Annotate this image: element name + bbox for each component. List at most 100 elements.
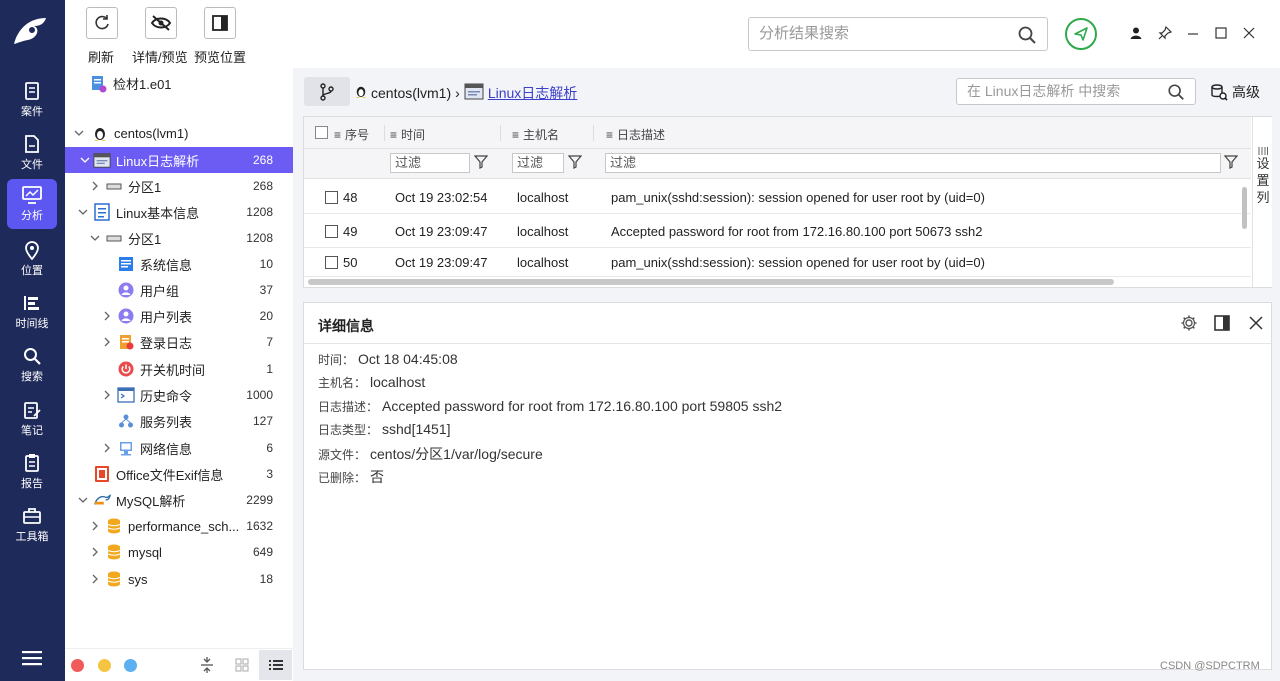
tree-node-partition[interactable]: 分区1 1208 (65, 225, 293, 251)
rail-item-timeline[interactable]: 时间线 (7, 287, 57, 337)
tree-node-user-group[interactable]: 用户组 37 (65, 277, 293, 303)
column-header-desc[interactable]: ≡ 日志描述 (606, 126, 665, 143)
vertical-scrollbar[interactable] (1242, 187, 1247, 229)
tree-node-partition[interactable]: 分区1 268 (65, 173, 293, 199)
tree-node-db-mysql[interactable]: mysql 649 (65, 539, 293, 565)
main-menu-button[interactable] (20, 649, 44, 670)
detail-value: centos/分区1/var/log/secure (370, 446, 543, 462)
tree-node-network-info[interactable]: 网络信息 6 (65, 435, 293, 461)
tree-node-label: 系统信息 (140, 257, 193, 273)
tree-node-mysql[interactable]: MySQL解析 2299 (65, 487, 293, 513)
filter-input-time[interactable]: 过滤 (390, 153, 470, 173)
search-icon[interactable] (1017, 25, 1037, 48)
advanced-search-button[interactable]: 高级 (1210, 82, 1260, 102)
case-title[interactable]: 检材1.e01 (91, 74, 172, 93)
column-divider[interactable] (500, 125, 501, 141)
maximize-icon[interactable] (1212, 24, 1230, 42)
filter-icon[interactable] (473, 155, 489, 172)
chevron-right-icon[interactable] (101, 389, 113, 401)
rail-item-toolbox[interactable]: 工具箱 (7, 500, 57, 550)
table-row[interactable]: 50 Oct 19 23:09:47 localhost pam_unix(ss… (304, 249, 1251, 277)
analysis-search-input[interactable] (759, 25, 1009, 42)
analysis-search-box[interactable] (748, 17, 1048, 51)
row-checkbox[interactable] (325, 190, 338, 204)
breadcrumb-current[interactable]: Linux日志解析 (488, 83, 577, 103)
chevron-down-icon[interactable] (77, 494, 89, 506)
table-row[interactable]: 49 Oct 19 23:09:47 localhost Accepted pa… (304, 215, 1251, 248)
watermark: CSDN @SDPCTRM (1160, 660, 1260, 672)
chevron-down-icon[interactable] (79, 154, 91, 166)
tree-node-db-performance[interactable]: performance_sch... 1632 (65, 513, 293, 539)
column-header-index[interactable]: ≡ 序号 (334, 126, 369, 143)
tree-node-linux-log[interactable]: Linux日志解析 268 (65, 147, 293, 173)
chevron-right-icon[interactable] (89, 520, 101, 532)
share-button[interactable] (1065, 18, 1097, 50)
pin-icon[interactable] (1156, 24, 1174, 42)
tree-node-label: Linux基本信息 (116, 205, 200, 221)
rail-item-case[interactable]: 案件 (7, 75, 57, 125)
breadcrumb-root[interactable]: centos(lvm1) (371, 85, 451, 101)
rail-item-location[interactable]: 位置 (7, 234, 57, 284)
column-header-label: 序号 (345, 128, 370, 142)
column-settings-button[interactable]: 设 置 列 (1252, 117, 1272, 287)
tree-node-linux-basic[interactable]: Linux基本信息 1208 (65, 199, 293, 225)
filter-input-desc[interactable]: 过滤 (605, 153, 1221, 173)
rail-item-file[interactable]: 文件 (7, 128, 57, 178)
scoped-search-input[interactable] (967, 83, 1157, 99)
preview-position-button[interactable] (204, 7, 236, 39)
filter-icon[interactable] (567, 155, 583, 172)
detail-preview-button[interactable] (145, 7, 177, 39)
filter-input-host[interactable]: 过滤 (512, 153, 564, 173)
split-pane-icon[interactable] (1212, 313, 1232, 333)
rail-item-search[interactable]: 搜索 (7, 340, 57, 390)
tree-node-centos[interactable]: centos(lvm1) (65, 120, 293, 146)
collapse-all-icon[interactable] (200, 657, 214, 676)
filter-icon[interactable] (1223, 155, 1239, 172)
chevron-down-icon[interactable] (89, 232, 101, 244)
list-view-icon[interactable] (259, 650, 292, 680)
tree-node-db-sys[interactable]: sys 18 (65, 566, 293, 592)
tree-node-history[interactable]: 历史命令 1000 (65, 382, 293, 408)
chevron-right-icon[interactable] (89, 573, 101, 585)
disk-icon (105, 177, 123, 195)
scoped-search-box[interactable] (956, 78, 1196, 105)
rail-item-analysis[interactable]: 分析 (7, 179, 57, 229)
minimize-icon[interactable] (1184, 24, 1202, 42)
row-checkbox[interactable] (325, 224, 338, 238)
user-icon[interactable] (1127, 24, 1145, 42)
column-header-host[interactable]: ≡ 主机名 (512, 126, 559, 143)
close-icon[interactable] (1240, 24, 1258, 42)
tree-node-service-list[interactable]: 服务列表 127 (65, 408, 293, 434)
chevron-right-icon[interactable] (89, 180, 101, 192)
rail-item-notes[interactable]: 笔记 (7, 394, 57, 444)
row-checkbox[interactable] (325, 256, 338, 269)
chevron-right-icon[interactable] (89, 546, 101, 558)
chevron-down-icon[interactable] (73, 127, 85, 139)
database-icon (105, 570, 123, 588)
column-divider[interactable] (593, 125, 594, 141)
column-header-time[interactable]: ≡ 时间 (390, 126, 425, 143)
breadcrumb-separator: › (455, 84, 460, 101)
tree-node-system-info[interactable]: 系统信息 10 (65, 251, 293, 277)
tree-node-power-time[interactable]: 开关机时间 1 (65, 356, 293, 382)
search-icon[interactable] (1167, 83, 1185, 104)
rail-item-report[interactable]: 报告 (7, 447, 57, 497)
gear-icon[interactable] (1179, 313, 1199, 333)
tree-node-label: sys (128, 571, 148, 587)
tree-node-user-list[interactable]: 用户列表 20 (65, 303, 293, 329)
chevron-right-icon[interactable] (101, 310, 113, 322)
chevron-right-icon[interactable] (101, 442, 113, 454)
refresh-button[interactable] (86, 7, 118, 39)
select-all-checkbox[interactable] (315, 126, 328, 139)
branch-button[interactable] (304, 77, 350, 106)
horizontal-scrollbar[interactable] (308, 279, 1114, 285)
tree-node-login-log[interactable]: 登录日志 7 (65, 329, 293, 355)
close-icon[interactable] (1246, 313, 1266, 333)
toolbox-icon (23, 508, 41, 524)
column-divider[interactable] (384, 125, 385, 141)
table-row[interactable]: 48 Oct 19 23:02:54 localhost pam_unix(ss… (304, 181, 1251, 214)
grid-view-icon[interactable] (235, 658, 249, 675)
chevron-down-icon[interactable] (77, 206, 89, 218)
chevron-right-icon[interactable] (101, 336, 113, 348)
tree-node-office-exif[interactable]: Office文件Exif信息 3 (65, 461, 293, 487)
